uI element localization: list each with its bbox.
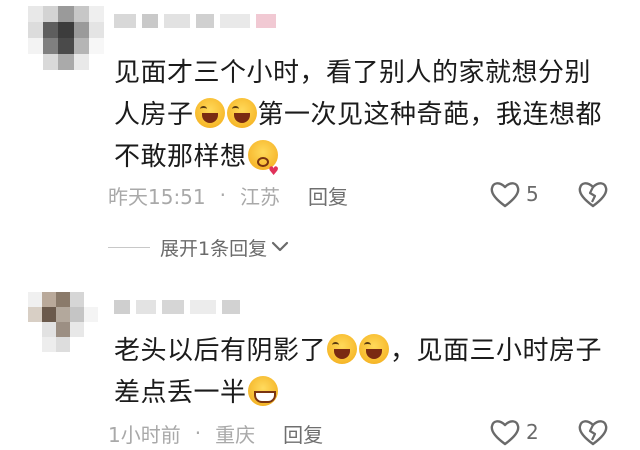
comment-meta: 1小时前 · 重庆 回复	[108, 418, 628, 448]
face-with-tears-icon	[327, 334, 358, 364]
chevron-down-icon	[271, 241, 289, 252]
username[interactable]	[114, 10, 334, 32]
grinning-sweat-icon	[247, 376, 278, 406]
heart-icon	[490, 420, 520, 446]
avatar[interactable]	[28, 292, 98, 352]
comment-text: 见面才三个小时，看了别人的家就想分别 人房子 第一次见这种奇葩，我连想都 不敢那样…	[114, 52, 624, 192]
dislike-button[interactable]	[578, 418, 608, 450]
timestamp: 1小时前	[108, 422, 181, 447]
like-count: 5	[526, 182, 539, 206]
avatar[interactable]	[28, 6, 104, 70]
timestamp: 昨天15:51	[108, 184, 206, 209]
comment-line: 老头以后有阴影了 ，见面三小时房子	[114, 330, 624, 372]
comment-text-segment: 不敢那样想	[114, 142, 247, 172]
comment-line: 见面才三个小时，看了别人的家就想分别	[114, 58, 592, 88]
dislike-button[interactable]	[578, 180, 608, 212]
comment-text-segment: ，见面三小时房子	[390, 336, 603, 366]
divider-line	[108, 246, 150, 248]
face-with-tears-icon	[359, 334, 390, 364]
comment-text: 老头以后有阴影了 ，见面三小时房子 差点丢一半	[114, 330, 624, 414]
heart-icon	[490, 182, 520, 208]
face-with-tears-icon	[226, 98, 257, 128]
comment-line: 人房子 第一次见这种奇葩，我连想都	[114, 94, 624, 136]
reply-button[interactable]: 回复	[308, 181, 348, 210]
kissing-face-icon	[247, 140, 280, 192]
comment-meta: 昨天15:51 · 江苏 回复	[108, 180, 628, 210]
expand-replies-label: 展开1条回复	[160, 237, 268, 260]
location: 江苏	[240, 184, 280, 209]
username[interactable]	[114, 296, 334, 318]
separator-dot: ·	[219, 183, 226, 207]
comment-text-segment: 老头以后有阴影了	[114, 336, 327, 366]
comment-line: 差点丢一半	[114, 372, 624, 414]
like-count: 2	[526, 420, 539, 444]
face-with-tears-icon	[194, 98, 225, 128]
comment-text-segment: 第一次见这种奇葩，我连想都	[257, 100, 603, 130]
like-button[interactable]: 2	[490, 418, 539, 446]
separator-dot: ·	[194, 421, 202, 445]
broken-heart-icon	[578, 182, 608, 208]
expand-replies-button[interactable]: 展开1条回复	[108, 232, 289, 262]
comment-text-segment: 差点丢一半	[114, 378, 247, 408]
comment-line: 不敢那样想	[114, 136, 624, 192]
like-button[interactable]: 5	[490, 180, 539, 208]
comment-text-segment: 人房子	[114, 100, 194, 130]
broken-heart-icon	[578, 420, 608, 446]
reply-button[interactable]: 回复	[283, 419, 323, 448]
location: 重庆	[215, 422, 256, 447]
